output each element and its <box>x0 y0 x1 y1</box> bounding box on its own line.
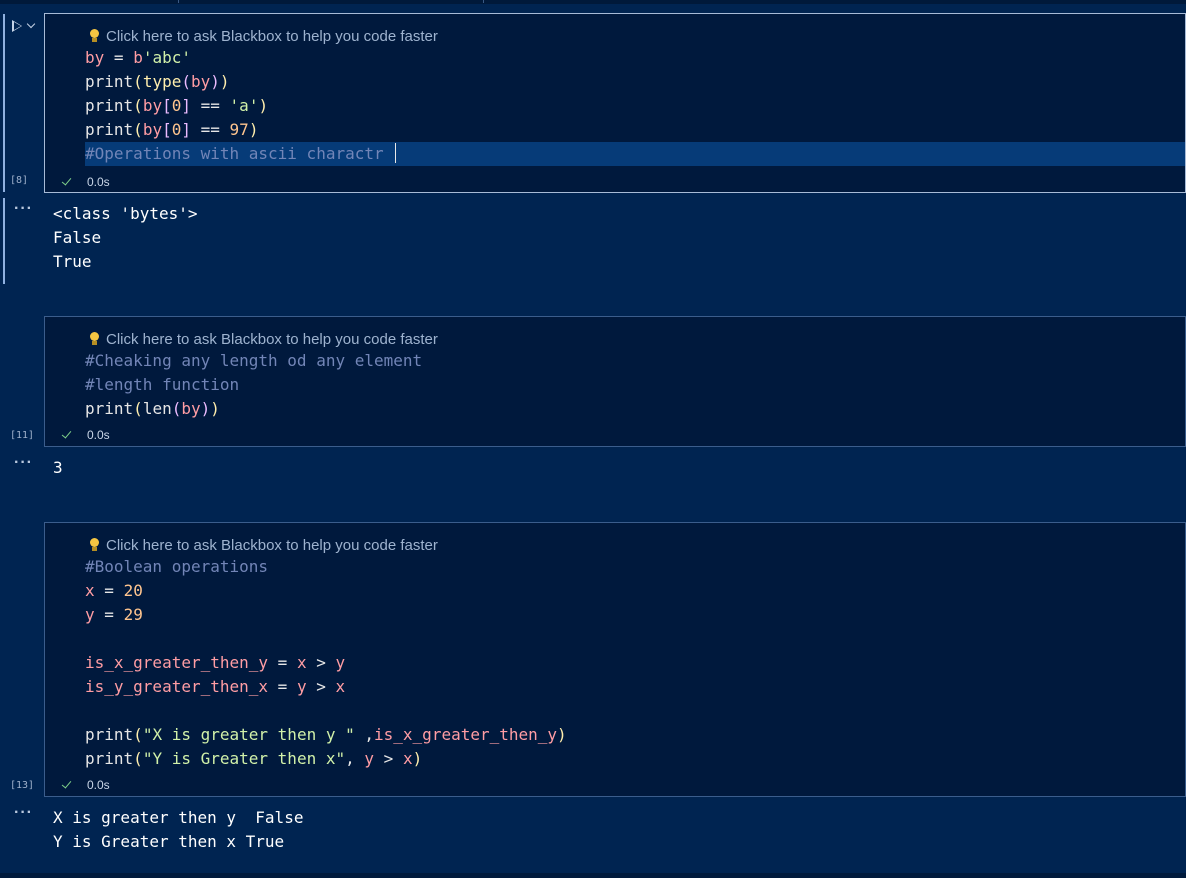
ellipsis-icon[interactable]: ··· <box>14 454 33 472</box>
code-cell-3[interactable]: Click here to ask Blackbox to help you c… <box>44 522 1186 797</box>
code-editor[interactable]: #Boolean operations x = 20 y = 29 is_x_grea… <box>85 555 567 771</box>
output-line: True <box>53 252 92 271</box>
output-line: X is greater then y False <box>53 808 304 827</box>
cell-status: 0.0s <box>61 174 110 190</box>
execution-count: [8] <box>10 175 29 186</box>
cell-focus-indicator <box>3 14 5 192</box>
lightbulb-icon <box>89 538 100 552</box>
execution-count: [11] <box>10 430 35 441</box>
execution-count: [13] <box>10 780 35 791</box>
output-line: False <box>53 228 102 247</box>
lightbulb-icon <box>89 332 100 346</box>
run-icon[interactable] <box>12 20 22 32</box>
blackbox-hint[interactable]: Click here to ask Blackbox to help you c… <box>89 329 438 349</box>
hint-text[interactable]: Click here to ask Blackbox to help you c… <box>106 28 438 45</box>
cell-output-2: 3 <box>53 456 63 480</box>
ellipsis-icon[interactable]: ··· <box>14 804 33 822</box>
blackbox-hint[interactable]: Click here to ask Blackbox to help you c… <box>89 535 438 555</box>
cell-status: 0.0s <box>61 777 110 793</box>
code-editor[interactable]: by = b'abc' print(type(by)) print(by[0] ==… <box>85 46 1185 166</box>
code-cell-2[interactable]: Click here to ask Blackbox to help you c… <box>44 316 1186 447</box>
top-toolbar-edge <box>0 0 1186 4</box>
output-line: 3 <box>53 458 63 477</box>
cell-duration: 0.0s <box>87 175 110 189</box>
check-icon <box>61 429 73 441</box>
bottom-edge <box>0 873 1186 878</box>
cell-output-3: X is greater then y False Y is Greater th… <box>53 806 303 854</box>
lightbulb-icon <box>89 29 100 43</box>
code-editor[interactable]: #Cheaking any length od any element #leng… <box>85 349 422 421</box>
hint-text[interactable]: Click here to ask Blackbox to help you c… <box>106 537 438 554</box>
run-cell-button[interactable] <box>12 18 36 34</box>
cell-output-1: <class 'bytes'> False True <box>53 202 198 274</box>
cell-duration: 0.0s <box>87 428 110 442</box>
cell-status: 0.0s <box>61 427 110 443</box>
check-icon <box>61 779 73 791</box>
chevron-down-icon[interactable] <box>26 19 36 29</box>
ellipsis-icon[interactable]: ··· <box>14 200 33 218</box>
cell-duration: 0.0s <box>87 778 110 792</box>
code-cell-1[interactable]: Click here to ask Blackbox to help you c… <box>44 13 1186 193</box>
check-icon <box>61 176 73 188</box>
text-cursor <box>395 143 397 163</box>
output-line: <class 'bytes'> <box>53 204 198 223</box>
output-line: Y is Greater then x True <box>53 832 285 851</box>
output-focus-indicator <box>3 198 5 284</box>
blackbox-hint[interactable]: Click here to ask Blackbox to help you c… <box>89 26 438 46</box>
hint-text[interactable]: Click here to ask Blackbox to help you c… <box>106 331 438 348</box>
